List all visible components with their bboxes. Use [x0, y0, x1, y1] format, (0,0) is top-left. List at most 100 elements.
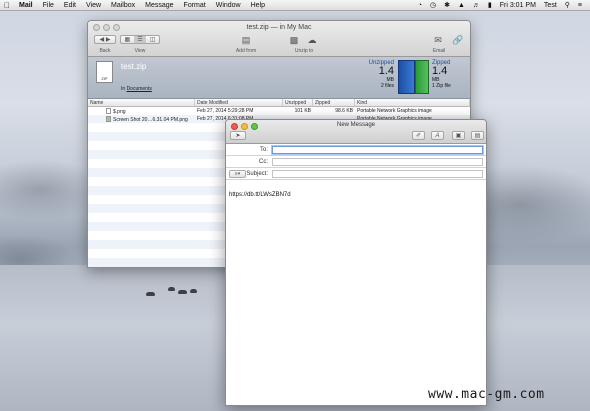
- image-file-icon: [106, 116, 111, 122]
- photo-browser-button[interactable]: ▣: [452, 131, 465, 140]
- file-icon: [106, 108, 111, 114]
- cloud-icon[interactable]: ☁: [306, 35, 318, 46]
- file-name: Screen Shot 20…6.31.04 PM.png: [88, 115, 195, 123]
- header-fields-button[interactable]: ▤: [471, 131, 484, 140]
- user-menu[interactable]: Test: [540, 2, 561, 9]
- timemachine-icon[interactable]: ◷: [426, 1, 440, 9]
- file-name: $.png: [88, 107, 195, 115]
- zip-file-icon: ZIP: [96, 61, 113, 83]
- duck: [190, 289, 197, 293]
- list-icon: ≡▾: [234, 171, 241, 177]
- zipped-count: 1 Zip file: [432, 83, 451, 89]
- file-kind: Portable Network Graphics image: [357, 108, 432, 114]
- file-zipped: 98.6 KB: [335, 108, 353, 114]
- unzipped-stat: Unzipped 1.4 MB 2 files: [356, 60, 394, 89]
- photo-icon: ▣: [455, 133, 462, 139]
- menu-app[interactable]: Mail: [14, 2, 38, 9]
- unzip-to-icon[interactable]: ▩: [288, 35, 300, 46]
- battery-icon[interactable]: ▮: [484, 1, 496, 9]
- add-from-label: Add from: [235, 48, 257, 54]
- subject-row: ≡▾ Subject:: [226, 168, 486, 180]
- column-unzipped[interactable]: Unzipped: [283, 99, 313, 106]
- menu-format[interactable]: Format: [179, 2, 211, 9]
- unzip-to-label: Unzip to: [294, 48, 314, 54]
- watermark: www.mac-gm.com: [428, 387, 545, 402]
- column-view-icon[interactable]: ◫: [146, 36, 159, 43]
- volume-icon[interactable]: ♬: [469, 2, 484, 9]
- icon-view-icon[interactable]: ▦: [121, 36, 134, 43]
- file-list-header: Name Date Modified Unzipped Zipped Kind: [88, 99, 470, 107]
- to-label: To:: [259, 147, 268, 153]
- cc-field[interactable]: [272, 158, 483, 166]
- column-kind[interactable]: Kind: [355, 99, 470, 106]
- chevron-right-icon: ▶: [105, 37, 111, 43]
- notification-center-icon[interactable]: ≡: [574, 2, 586, 9]
- header-options-button[interactable]: ≡▾: [229, 170, 246, 178]
- table-row[interactable]: $.png Feb 27, 2014 5:29:28 PM 101 KB 98.…: [88, 107, 470, 115]
- window-title: test.zip — in My Mac: [246, 24, 312, 31]
- format-button[interactable]: A: [431, 131, 444, 140]
- zipped-stat: Zipped 1.4 MB 1 Zip file: [432, 60, 462, 89]
- back-label: Back: [99, 48, 111, 54]
- archive-toolbar: test.zip — in My Mac ◀ ▶ Back ▦ ☰ ◫ View…: [88, 21, 470, 57]
- status-area: ◔ ◷ ✱ ▲ ♬ ▮ Fri 3:01 PM Test ⚲ ≡: [414, 1, 590, 10]
- column-date-modified[interactable]: Date Modified: [195, 99, 283, 106]
- message-toolbar: New Message ➤ ✐ A ▣ ▤: [226, 120, 486, 144]
- paperclip-icon: ✐: [415, 133, 422, 139]
- column-zipped[interactable]: Zipped: [313, 99, 355, 106]
- menu-mailbox[interactable]: Mailbox: [106, 2, 140, 9]
- menu-edit[interactable]: Edit: [59, 2, 81, 9]
- column-name[interactable]: Name: [88, 99, 195, 106]
- zipped-size: 1.4: [432, 65, 448, 77]
- menu-message[interactable]: Message: [140, 2, 178, 9]
- menu-bar:  Mail File Edit View Mailbox Message Fo…: [0, 0, 590, 11]
- duck: [178, 290, 187, 294]
- file-unzipped: 101 KB: [294, 108, 311, 114]
- link-icon[interactable]: 🔗: [452, 35, 464, 46]
- bluetooth-icon[interactable]: ✱: [440, 1, 454, 9]
- cc-row: Cc:: [226, 156, 486, 168]
- to-field[interactable]: [272, 146, 483, 154]
- list-view-icon[interactable]: ☰: [133, 36, 147, 43]
- font-icon: A: [435, 132, 440, 139]
- email-label: Email: [432, 48, 446, 54]
- subject-label: Subject:: [246, 171, 268, 177]
- window-title: New Message: [336, 122, 375, 128]
- to-row: To:: [226, 144, 486, 156]
- view-label: View: [134, 48, 146, 54]
- email-icon[interactable]: ✉: [432, 35, 444, 46]
- sync-icon[interactable]: ◔: [414, 2, 426, 9]
- message-body[interactable]: https://db.tt/LWsZBN7d: [226, 190, 486, 405]
- view-switcher[interactable]: ▦ ☰ ◫: [120, 35, 160, 44]
- spotlight-icon[interactable]: ⚲: [561, 1, 574, 9]
- subject-field[interactable]: [272, 170, 483, 178]
- send-button[interactable]: ➤: [230, 131, 246, 140]
- add-from-icon[interactable]: ▤: [240, 35, 252, 46]
- back-button[interactable]: ◀ ▶: [94, 35, 116, 44]
- unzipped-size: 1.4: [378, 65, 394, 77]
- archive-location: In Documents: [121, 86, 152, 92]
- attach-button[interactable]: ✐: [412, 131, 425, 140]
- duck: [146, 292, 155, 296]
- new-message-window: New Message ➤ ✐ A ▣ ▤ To: Cc: ≡▾ Subject…: [225, 119, 487, 406]
- apple-menu-icon[interactable]: : [0, 1, 14, 10]
- archive-info-panel: ZIP test.zip In Documents Unzipped 1.4 M…: [88, 57, 470, 99]
- menu-window[interactable]: Window: [211, 2, 246, 9]
- menu-help[interactable]: Help: [246, 2, 270, 9]
- file-date: Feb 27, 2014 5:29:28 PM: [197, 108, 254, 114]
- wifi-icon[interactable]: ▲: [454, 2, 469, 9]
- menu-file[interactable]: File: [38, 2, 59, 9]
- chevron-left-icon: ◀: [99, 37, 105, 43]
- location-link[interactable]: Documents: [127, 86, 152, 92]
- fields-icon: ▤: [474, 133, 481, 139]
- cc-label: Cc:: [259, 159, 268, 165]
- unzipped-count: 2 files: [380, 83, 394, 89]
- unzipped-graphic: [398, 60, 415, 94]
- location-prefix: In: [121, 86, 126, 92]
- menu-view[interactable]: View: [81, 2, 106, 9]
- archive-name: test.zip: [121, 62, 147, 71]
- duck: [168, 287, 175, 291]
- zipped-graphic: [415, 60, 429, 94]
- clock[interactable]: Fri 3:01 PM: [496, 2, 540, 9]
- paper-plane-icon: ➤: [235, 133, 241, 139]
